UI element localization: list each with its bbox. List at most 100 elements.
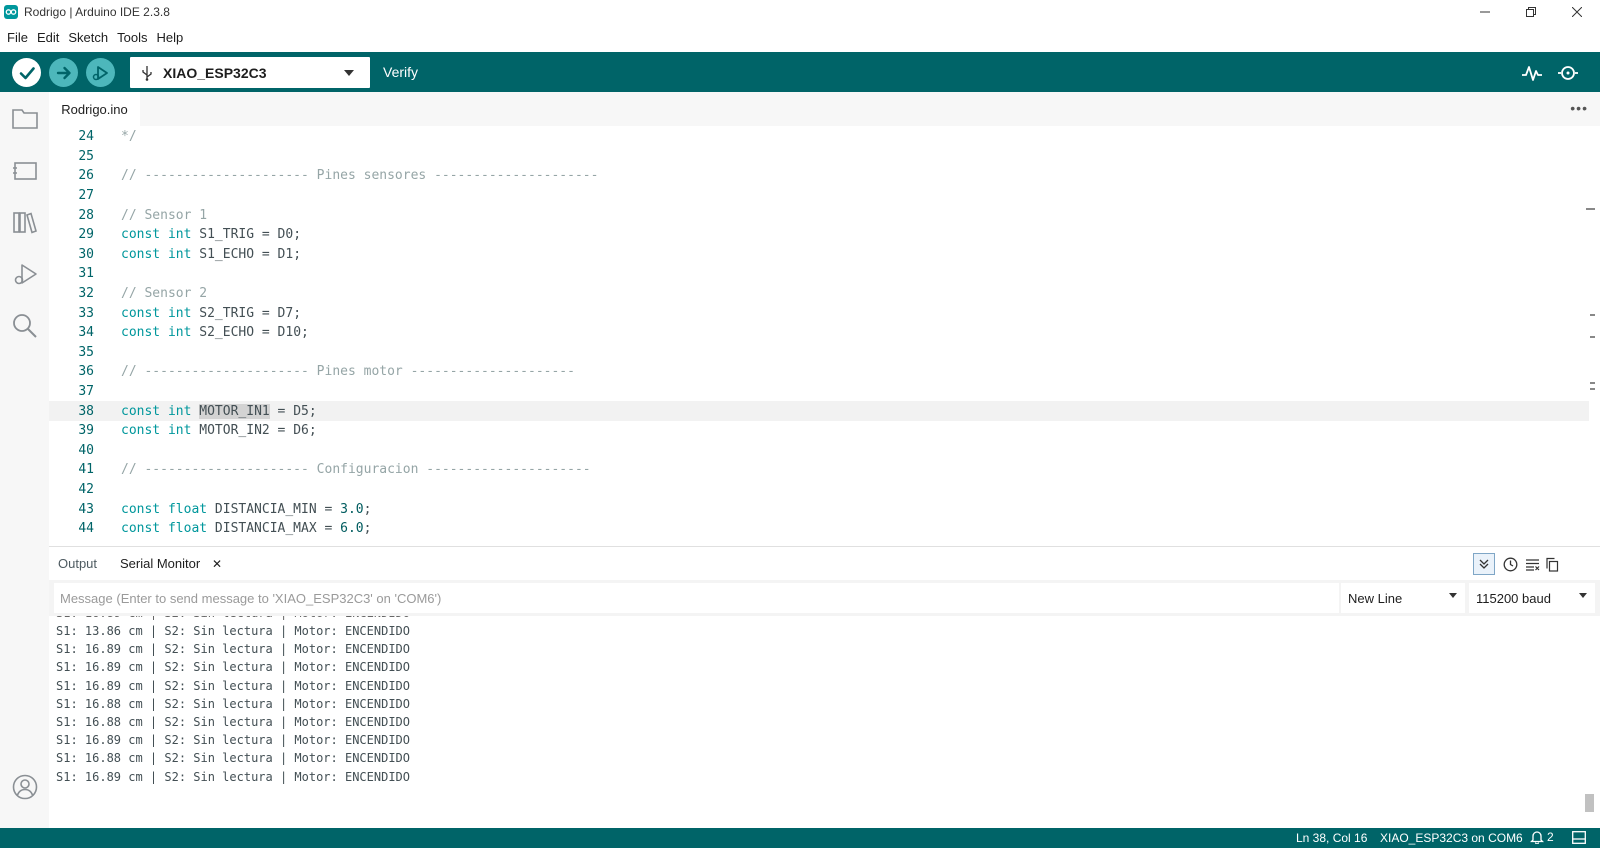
serial-plotter-button[interactable]	[1518, 59, 1546, 87]
search-button[interactable]	[11, 312, 39, 340]
close-tab-icon[interactable]: ✕	[212, 557, 222, 571]
menu-tools[interactable]: Tools	[113, 30, 151, 45]
scroll-marker	[1590, 314, 1595, 316]
restore-button[interactable]	[1508, 0, 1554, 24]
checkmark-icon	[19, 66, 35, 79]
serial-line: S1: 16.89 cm | S2: Sin lectura | Motor: …	[56, 678, 411, 693]
clear-output-button[interactable]	[1521, 553, 1543, 575]
board-port-status[interactable]: XIAO_ESP32C3 on COM6	[1380, 831, 1523, 845]
close-window-button[interactable]	[1554, 0, 1600, 24]
toolbar: XIAO_ESP32C3 Verify	[0, 52, 1600, 92]
code-line[interactable]: 31	[49, 264, 1589, 284]
code-editor[interactable]: 24 */ 25 26 // --------------------- Pines s…	[49, 126, 1600, 546]
library-icon	[13, 212, 37, 234]
scroll-marker	[1586, 208, 1595, 210]
line-number: 29	[78, 227, 94, 243]
code-line[interactable]: 38 const int MOTOR_IN1 = D5;	[49, 401, 1589, 421]
hover-tooltip-label: Verify	[383, 64, 419, 80]
code-text: const int S1_TRIG = D0;	[121, 227, 302, 243]
code-text: const int S2_ECHO = D10;	[121, 325, 309, 341]
line-number: 42	[78, 482, 94, 498]
code-text: const int S2_TRIG = D7;	[121, 305, 302, 321]
code-line[interactable]: 32 // Sensor 2	[49, 284, 1589, 304]
code-line[interactable]: 26 // --------------------- Pines sensore…	[49, 166, 1589, 186]
code-line[interactable]: 29 const int S1_TRIG = D0;	[49, 225, 1589, 245]
scroll-marker	[1590, 336, 1595, 338]
tab-output[interactable]: Output	[58, 556, 97, 571]
code-line[interactable]: 36 // --------------------- Pines motor -…	[49, 362, 1589, 382]
code-text: // Sensor 1	[121, 207, 208, 223]
cursor-position[interactable]: Ln 38, Col 16	[1296, 831, 1367, 845]
code-text: // Sensor 2	[121, 286, 208, 302]
more-options-icon[interactable]: •••	[1570, 100, 1588, 116]
menu-file[interactable]: File	[3, 30, 32, 45]
double-chevron-down-icon	[1479, 559, 1489, 569]
serial-output[interactable]: S1: 16.89 cm | S2: Sin lectura | Motor: …	[49, 616, 1600, 828]
menu-help[interactable]: Help	[152, 30, 187, 45]
baud-rate-value: 115200 baud	[1476, 590, 1551, 606]
tab-rodrigo-ino[interactable]: Rodrigo.ino	[49, 92, 140, 126]
library-manager-button[interactable]	[11, 208, 39, 236]
serial-scrollbar-thumb[interactable]	[1585, 794, 1594, 812]
clear-list-icon	[1525, 558, 1539, 571]
code-text: const float DISTANCIA_MIN = 3.0;	[121, 501, 372, 517]
account-button[interactable]	[11, 773, 39, 801]
debug-icon	[92, 65, 108, 80]
code-text: // --------------------- Pines motor ---…	[121, 364, 575, 380]
code-line[interactable]: 40	[49, 441, 1589, 461]
serial-line: S1: 16.88 cm | S2: Sin lectura | Motor: …	[56, 751, 411, 766]
code-line[interactable]: 30 const int S1_ECHO = D1;	[49, 245, 1589, 265]
verify-button[interactable]	[12, 58, 41, 87]
serial-monitor-button[interactable]	[1554, 59, 1582, 87]
serial-line: S1: 16.89 cm | S2: Sin lectura | Motor: …	[56, 733, 411, 748]
code-line[interactable]: 39 const int MOTOR_IN2 = D6;	[49, 421, 1589, 441]
line-ending-select[interactable]: New Line	[1341, 583, 1465, 613]
tab-serial-monitor[interactable]: Serial Monitor	[120, 556, 200, 571]
line-number: 38	[78, 403, 94, 419]
line-number: 31	[78, 266, 94, 282]
board-selector[interactable]: XIAO_ESP32C3	[130, 57, 370, 88]
serial-line: S1: 16.89 cm | S2: Sin lectura | Motor: …	[56, 769, 411, 784]
serial-line: S1: 16.89 cm | S2: Sin lectura | Motor: …	[56, 642, 411, 657]
menu-edit[interactable]: Edit	[33, 30, 63, 45]
notifications-button[interactable]: 2	[1530, 830, 1554, 844]
serial-message-input[interactable]: Message (Enter to send message to 'XIAO_…	[54, 583, 1339, 613]
upload-button[interactable]	[49, 58, 78, 87]
debug-panel-button[interactable]	[11, 260, 39, 288]
autoscroll-toggle[interactable]	[1473, 553, 1495, 575]
code-line[interactable]: 43 const float DISTANCIA_MIN = 3.0;	[49, 499, 1589, 519]
line-number: 30	[78, 246, 94, 262]
board-icon	[13, 162, 37, 180]
search-icon	[13, 314, 37, 338]
baud-rate-select[interactable]: 115200 baud	[1469, 583, 1595, 613]
code-line[interactable]: 41 // --------------------- Configuracion…	[49, 460, 1589, 480]
code-line[interactable]: 35	[49, 343, 1589, 363]
debug-icon	[14, 264, 37, 285]
clock-icon	[1503, 557, 1517, 571]
timestamp-toggle[interactable]	[1499, 553, 1521, 575]
code-text: */	[121, 129, 137, 145]
line-number: 40	[78, 442, 94, 458]
code-line[interactable]: 33 const int S2_TRIG = D7;	[49, 303, 1589, 323]
copy-output-button[interactable]	[1541, 553, 1563, 575]
boards-manager-button[interactable]	[11, 156, 39, 184]
code-line[interactable]: 24 */	[49, 127, 1589, 147]
code-line[interactable]: 37	[49, 382, 1589, 402]
code-text: // --------------------- Configuracion -…	[121, 462, 591, 478]
toggle-panel-button[interactable]	[1572, 831, 1586, 847]
line-number: 34	[78, 325, 94, 341]
code-line[interactable]: 27	[49, 186, 1589, 206]
menu-sketch[interactable]: Sketch	[64, 30, 112, 45]
sketchbook-button[interactable]	[11, 104, 39, 132]
code-line[interactable]: 25	[49, 147, 1589, 167]
line-number: 43	[78, 501, 94, 517]
line-number: 32	[78, 286, 94, 302]
line-number: 28	[78, 207, 94, 223]
code-line[interactable]: 42	[49, 480, 1589, 500]
minimize-button[interactable]	[1462, 0, 1508, 24]
notification-count: 2	[1547, 830, 1554, 844]
code-line[interactable]: 28 // Sensor 1	[49, 205, 1589, 225]
code-line[interactable]: 44 const float DISTANCIA_MAX = 6.0;	[49, 519, 1589, 539]
debug-button[interactable]	[86, 58, 115, 87]
code-line[interactable]: 34 const int S2_ECHO = D10;	[49, 323, 1589, 343]
